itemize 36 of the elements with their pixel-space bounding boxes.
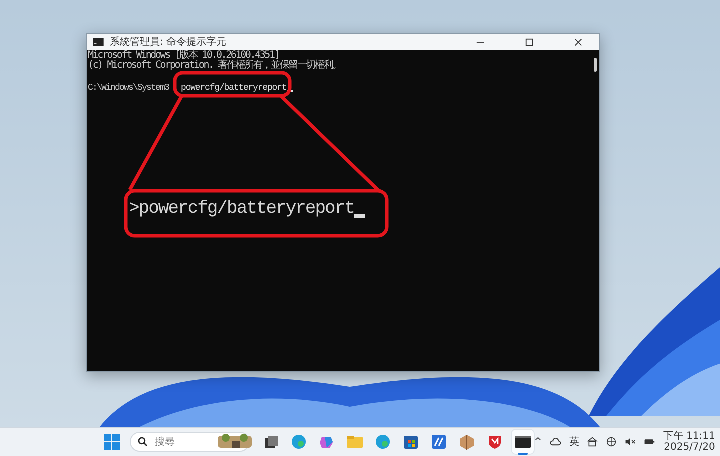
active-indicator — [518, 453, 528, 455]
overflow-chevron[interactable]: ^ — [534, 436, 542, 448]
clock-date: 2025/7/20 — [664, 442, 716, 453]
keyboard-mode-icon[interactable] — [587, 437, 598, 447]
browser-icon — [290, 433, 308, 451]
terminal-icon — [93, 38, 104, 46]
taskbar-app[interactable] — [512, 430, 534, 454]
shield-icon — [486, 433, 504, 451]
store-icon — [402, 433, 420, 451]
clock-time: 下午 11:11 — [663, 431, 716, 442]
text-cursor — [354, 214, 365, 218]
battery-icon[interactable] — [644, 437, 656, 447]
text-cursor — [286, 90, 293, 92]
input-method-indicator[interactable]: 英 — [569, 435, 580, 449]
search-icon — [138, 437, 148, 447]
command-text: powercfg/batteryreport — [181, 83, 287, 93]
maximize-icon[interactable] — [525, 38, 534, 46]
task-view-icon — [262, 433, 280, 451]
scrollbar-thumb[interactable] — [594, 58, 597, 72]
clock[interactable]: 下午 11:11 2025/7/20 — [663, 431, 716, 453]
folder-icon — [346, 433, 364, 451]
close-icon[interactable] — [574, 38, 583, 46]
pen-app-icon — [430, 433, 448, 451]
console-line: Microsoft Windows [版本 10.0.26100.4351] — [88, 51, 280, 61]
command-text: >powercfg/batteryreport — [129, 199, 354, 219]
terminal-icon — [514, 433, 532, 451]
prompt-path: C:\Windows\System3 — [88, 83, 170, 93]
browser-icon — [374, 433, 392, 451]
globe-icon[interactable] — [606, 437, 618, 447]
window-title: 系統管理員: 命令提示字元 — [110, 36, 227, 49]
start-icon[interactable] — [104, 434, 120, 450]
console-line: (c) Microsoft Corporation. 著作權所有，並保留一切權利。 — [88, 61, 342, 71]
volume-muted-icon[interactable] — [625, 437, 636, 447]
cloud-icon[interactable] — [550, 437, 562, 447]
box-icon — [458, 433, 476, 451]
search-highlight-icon — [218, 433, 252, 451]
